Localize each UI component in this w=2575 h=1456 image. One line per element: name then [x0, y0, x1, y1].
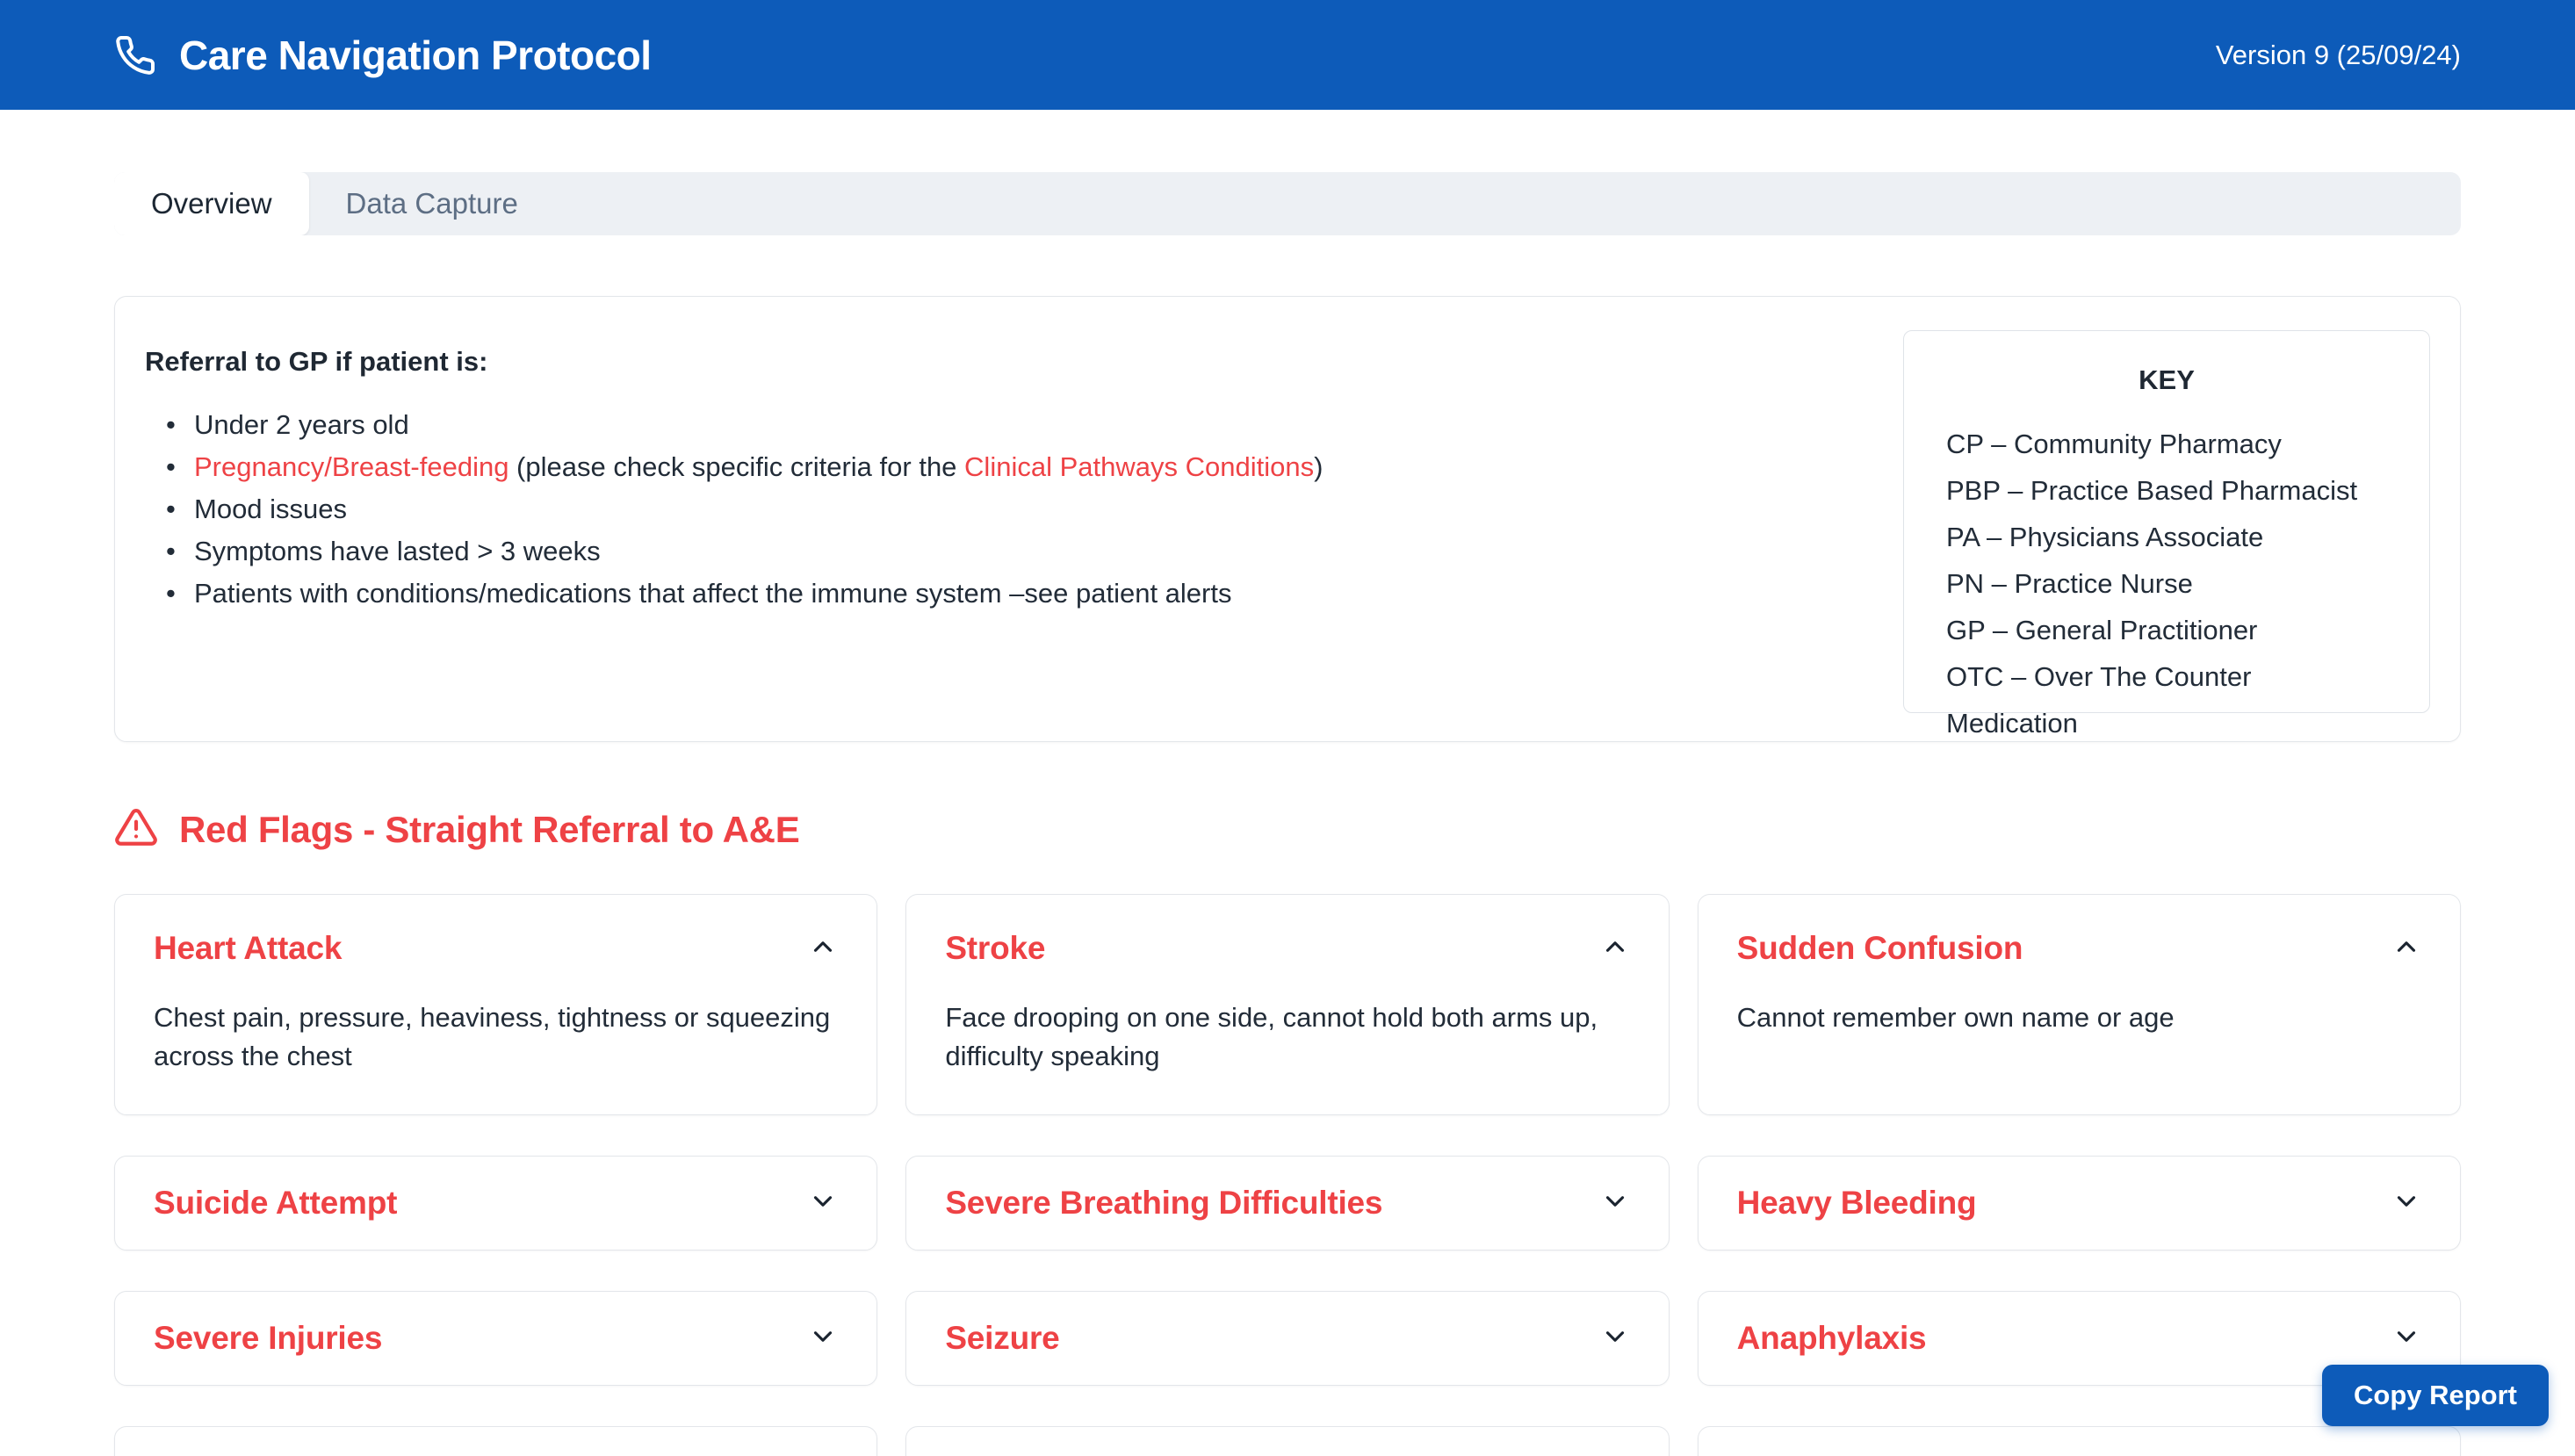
- app-header: Care Navigation Protocol Version 9 (25/0…: [0, 0, 2575, 110]
- referral-title: Referral to GP if patient is:: [145, 346, 1903, 378]
- chevron-up-icon[interactable]: [2391, 932, 2421, 966]
- chevron-down-icon[interactable]: [2391, 1186, 2421, 1221]
- card-meningitis[interactable]: Meningitis: [114, 1426, 877, 1456]
- key-title: KEY: [1946, 364, 2387, 396]
- card-severe-injuries[interactable]: Severe Injuries: [114, 1291, 877, 1386]
- card-severe-breathing-difficulties[interactable]: Severe Breathing Difficulties: [905, 1156, 1669, 1251]
- list-item: Patients with conditions/medications tha…: [145, 573, 1903, 615]
- key-list: CP – Community Pharmacy PBP – Practice B…: [1946, 421, 2387, 746]
- page-title: Care Navigation Protocol: [179, 32, 652, 79]
- card-suicide-attempt[interactable]: Suicide Attempt: [114, 1156, 877, 1251]
- list-item: Symptoms have lasted > 3 weeks: [145, 530, 1903, 573]
- tab-overview[interactable]: Overview: [114, 172, 309, 235]
- tab-bar: Overview Data Capture: [114, 172, 2461, 235]
- list-item: CP – Community Pharmacy: [1946, 421, 2387, 467]
- list-item: Pregnancy/Breast-feeding (please check s…: [145, 446, 1903, 488]
- card-title: Severe Breathing Difficulties: [945, 1185, 1382, 1222]
- card-sudden-confusion[interactable]: Sudden Confusion Cannot remember own nam…: [1698, 894, 2461, 1115]
- referral-card: Referral to GP if patient is: Under 2 ye…: [114, 296, 2461, 742]
- chevron-down-icon[interactable]: [1600, 1322, 1630, 1356]
- red-flags-grid: Heart Attack Chest pain, pressure, heavi…: [114, 894, 2461, 1456]
- list-item: PN – Practice Nurse: [1946, 560, 2387, 607]
- warning-triangle-icon: [114, 805, 158, 854]
- card-title: Seizure: [945, 1320, 1059, 1357]
- key-box: KEY CP – Community Pharmacy PBP – Practi…: [1903, 330, 2430, 713]
- list-item: PA – Physicians Associate: [1946, 514, 2387, 560]
- chevron-up-icon[interactable]: [808, 932, 838, 966]
- list-item: Under 2 years old: [145, 404, 1903, 446]
- list-item: PBP – Practice Based Pharmacist: [1946, 467, 2387, 514]
- pregnancy-link[interactable]: Pregnancy/Breast-feeding: [194, 451, 509, 482]
- card-title: Stroke: [945, 930, 1045, 967]
- chevron-down-icon[interactable]: [2391, 1322, 2421, 1356]
- list-item: OTC – Over The Counter Medication: [1946, 653, 2387, 746]
- list-item: Mood issues: [145, 488, 1903, 530]
- card-heavy-bleeding[interactable]: Heavy Bleeding: [1698, 1156, 2461, 1251]
- card-heart-attack[interactable]: Heart Attack Chest pain, pressure, heavi…: [114, 894, 877, 1115]
- card-title: Severe Injuries: [154, 1320, 382, 1357]
- version-label: Version 9 (25/09/24): [2216, 40, 2461, 71]
- referral-list: Under 2 years old Pregnancy/Breast-feedi…: [145, 404, 1903, 615]
- clinical-pathways-link[interactable]: Clinical Pathways Conditions: [964, 451, 1314, 482]
- card-body: Chest pain, pressure, heaviness, tightne…: [154, 998, 838, 1076]
- red-flags-heading: Red Flags - Straight Referral to A&E: [179, 809, 799, 851]
- chevron-down-icon[interactable]: [808, 1322, 838, 1356]
- phone-icon: [114, 34, 156, 76]
- chevron-down-icon[interactable]: [1600, 1186, 1630, 1221]
- tab-data-capture[interactable]: Data Capture: [309, 172, 555, 235]
- card-sepsis-baby-young-child[interactable]: SEPSIS in Baby or Young Child: [905, 1426, 1669, 1456]
- card-body: Cannot remember own name or age: [1737, 998, 2421, 1037]
- list-item: GP – General Practitioner: [1946, 607, 2387, 653]
- card-body: Face drooping on one side, cannot hold b…: [945, 998, 1629, 1076]
- card-seizure[interactable]: Seizure: [905, 1291, 1669, 1386]
- chevron-up-icon[interactable]: [1600, 932, 1630, 966]
- card-sepsis-adult-older-child[interactable]: SEPSIS in Adult or Older Child: [1698, 1426, 2461, 1456]
- copy-report-button[interactable]: Copy Report: [2322, 1365, 2549, 1426]
- card-stroke[interactable]: Stroke Face drooping on one side, cannot…: [905, 894, 1669, 1115]
- card-title: Anaphylaxis: [1737, 1320, 1927, 1357]
- card-title: Suicide Attempt: [154, 1185, 397, 1222]
- chevron-down-icon[interactable]: [808, 1186, 838, 1221]
- card-title: Heart Attack: [154, 930, 342, 967]
- card-title: Heavy Bleeding: [1737, 1185, 1977, 1222]
- card-title: Sudden Confusion: [1737, 930, 2023, 967]
